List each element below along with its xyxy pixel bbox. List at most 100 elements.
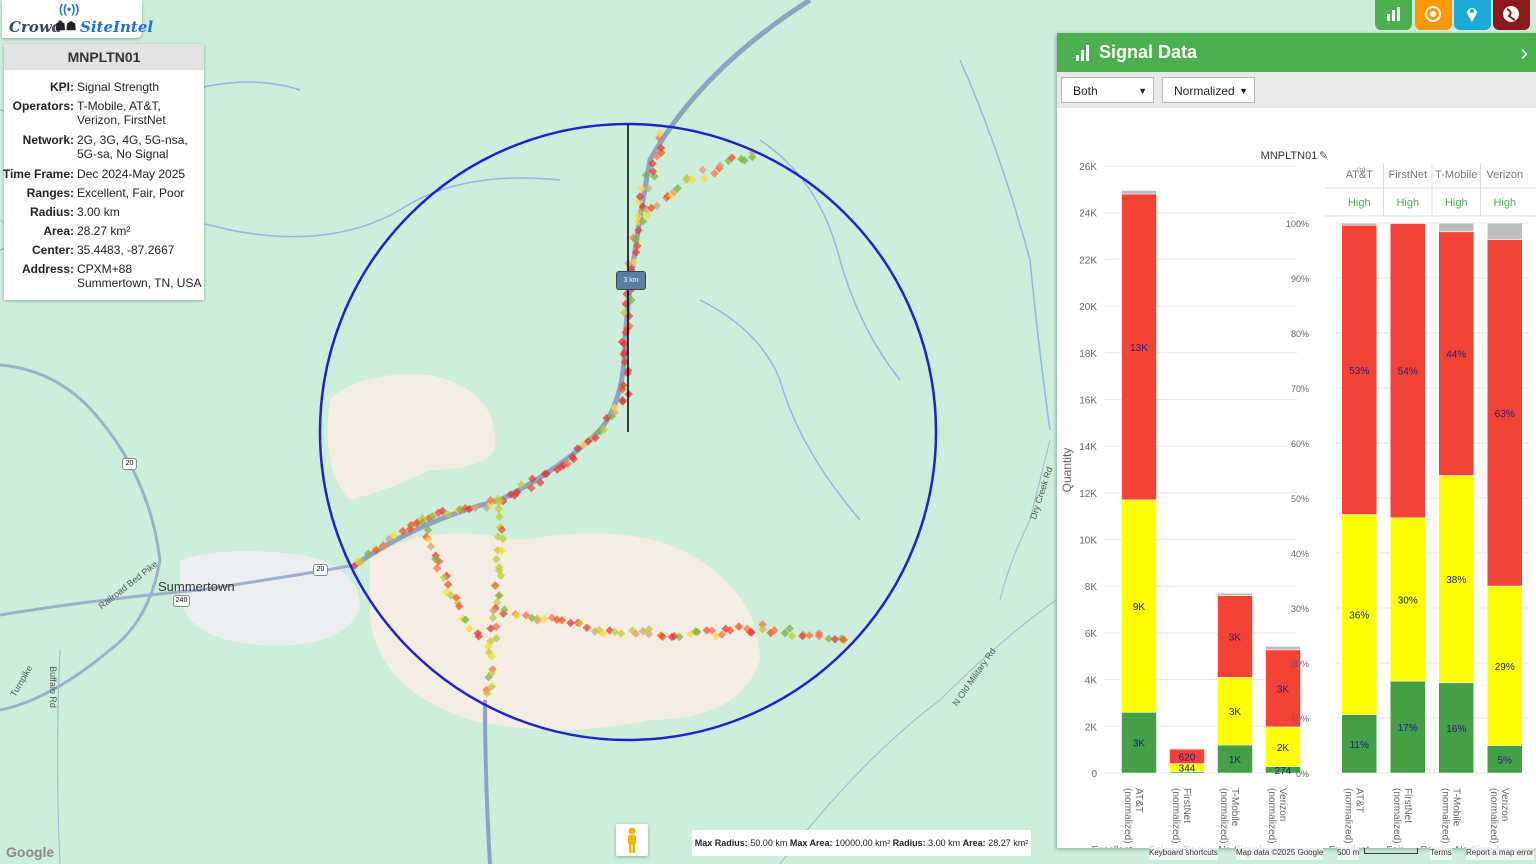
- bar-segment-no-signal: [1169, 748, 1205, 750]
- info-card: MNPLTN01 KPI: Signal Strength Operators: T…: [3, 44, 204, 300]
- route-shield: 20: [122, 458, 137, 470]
- y-tick-label: 100%: [1286, 219, 1309, 229]
- data-label: 11%: [1350, 740, 1369, 751]
- data-label: 30%: [1398, 595, 1418, 606]
- chevron-right-icon[interactable]: ›: [1521, 33, 1528, 72]
- data-label: 54%: [1398, 366, 1418, 377]
- terms-link[interactable]: Terms: [1430, 846, 1452, 860]
- data-label: 5%: [1498, 755, 1513, 766]
- x-tick-label: T-Mobile: [1450, 788, 1461, 827]
- superscript: (n): [1357, 167, 1366, 174]
- data-label: 274: [1275, 766, 1292, 777]
- route-shield: 20: [313, 564, 328, 576]
- y-tick-label: 40%: [1291, 549, 1309, 559]
- google-logo: Google: [6, 844, 55, 860]
- antenna-icon: ((•)): [59, 2, 80, 16]
- x-tick-label: Verizon: [1277, 788, 1288, 821]
- data-label: 620: [1179, 752, 1196, 763]
- report-error-link[interactable]: Report a map error: [1466, 846, 1534, 860]
- bar-segment-no-signal: [1390, 222, 1426, 224]
- panel-title: Signal Data: [1099, 42, 1198, 62]
- y-tick-label: 26K: [1079, 162, 1097, 173]
- y-tick-label: 20K: [1079, 302, 1097, 313]
- x-tick-label: (normalized): [1342, 788, 1353, 844]
- legend-label: Excellent: [1092, 845, 1133, 848]
- street-view-pegman[interactable]: [616, 824, 648, 856]
- data-label: 9K: [1133, 602, 1146, 613]
- data-label: 2K: [1277, 743, 1290, 754]
- x-tick-label: (normalized): [1488, 788, 1499, 844]
- bar-segment-no-signal: [1487, 222, 1523, 240]
- y-axis-label: Quantity: [1060, 448, 1074, 493]
- app-logo[interactable]: ((•)) Crowd ☗☗ SiteIntel: [2, 0, 153, 38]
- y-tick-label: 16K: [1079, 395, 1097, 406]
- y-tick-label: 4K: [1085, 676, 1098, 687]
- info-title: MNPLTN01: [4, 44, 204, 70]
- y-tick-label: 50%: [1291, 494, 1309, 504]
- data-label: 3K: [1277, 684, 1290, 695]
- data-label: 3K: [1229, 707, 1242, 718]
- data-label: 29%: [1495, 662, 1515, 673]
- x-tick-label: (normalized): [1218, 788, 1229, 844]
- place-label-summertown: Summertown: [158, 579, 235, 594]
- bar-segment-no-signal: [1341, 222, 1377, 226]
- y-tick-label: 90%: [1291, 274, 1309, 284]
- y-tick-label: 22K: [1079, 255, 1097, 266]
- operator-header: T-Mobile: [1435, 169, 1477, 181]
- x-tick-label: AT&T: [1353, 788, 1364, 813]
- data-label: 1K: [1229, 755, 1242, 766]
- pin-icon[interactable]: [1454, 0, 1491, 30]
- globe-icon[interactable]: [1493, 0, 1530, 30]
- chart-icon[interactable]: [1375, 0, 1412, 30]
- data-label: 344: [1179, 764, 1196, 775]
- data-label: 63%: [1495, 409, 1515, 420]
- data-label: 3K: [1229, 632, 1242, 643]
- y-tick-label: 8K: [1085, 582, 1098, 593]
- y-tick-label: 2K: [1085, 722, 1098, 733]
- x-tick-label: T-Mobile: [1229, 788, 1240, 827]
- data-label: 13K: [1130, 343, 1148, 354]
- data-label: 44%: [1446, 350, 1466, 361]
- y-tick-label: 0: [1091, 769, 1097, 780]
- keyboard-shortcuts-link[interactable]: Keyboard shortcuts: [1149, 846, 1218, 860]
- panel-controls: Both ▼ Normalized ▼: [1057, 72, 1536, 108]
- scale-bar: [1364, 848, 1418, 854]
- route-shield: 240: [173, 595, 190, 607]
- y-tick-label: 60%: [1291, 439, 1309, 449]
- y-tick-label: 10%: [1291, 714, 1309, 724]
- y-tick-label: 24K: [1079, 209, 1097, 220]
- radius-summary: Max Radius: 50.00 km Max Area: 10000.00 …: [692, 830, 1031, 856]
- y-tick-label: 10K: [1079, 536, 1097, 547]
- data-label: 53%: [1349, 366, 1369, 377]
- chevron-down-icon: ▼: [1239, 86, 1248, 96]
- radius-label: 3 km: [616, 271, 646, 290]
- x-tick-label: FirstNet: [1181, 788, 1192, 823]
- chevron-down-icon: ▼: [1138, 86, 1147, 96]
- y-tick-label: 70%: [1291, 384, 1309, 394]
- data-label: 17%: [1398, 723, 1418, 734]
- y-tick-label: 18K: [1079, 349, 1097, 360]
- level-label: High: [1445, 197, 1468, 209]
- x-tick-label: (normalized): [1266, 788, 1277, 844]
- scale-label: 500 m: [1337, 846, 1360, 860]
- data-label: 3K: [1133, 739, 1146, 750]
- road-label: Buffalo Rd: [47, 666, 58, 708]
- bar-segment-no-signal: [1217, 592, 1253, 596]
- bar-segment-no-signal: [1121, 190, 1157, 195]
- operator-header: Verizon: [1486, 169, 1523, 181]
- operator-select[interactable]: Both ▼: [1061, 77, 1154, 103]
- signal-data-panel: Signal Data › Both ▼ Normalized ▼ MNPLTN01…: [1057, 33, 1536, 848]
- y-tick-label: 0%: [1296, 769, 1309, 779]
- y-tick-label: 14K: [1079, 442, 1097, 453]
- data-label: 36%: [1349, 611, 1369, 622]
- level-label: High: [1348, 197, 1371, 209]
- x-tick-label: (normalized): [1439, 788, 1450, 844]
- y-tick-label: 20%: [1291, 659, 1309, 669]
- panel-header: Signal Data ›: [1057, 33, 1536, 72]
- mode-select[interactable]: Normalized ▼: [1162, 77, 1255, 103]
- data-label: 38%: [1446, 575, 1466, 586]
- signal-charts: MNPLTN01 ✎ 0 2K 4K 6K 8K 10K 12K 14K 16K 18K 20K 22K 2…: [1060, 150, 1536, 848]
- y-tick-label: 30%: [1291, 604, 1309, 614]
- x-tick-label: Verizon: [1499, 788, 1510, 821]
- target-icon[interactable]: [1415, 0, 1452, 30]
